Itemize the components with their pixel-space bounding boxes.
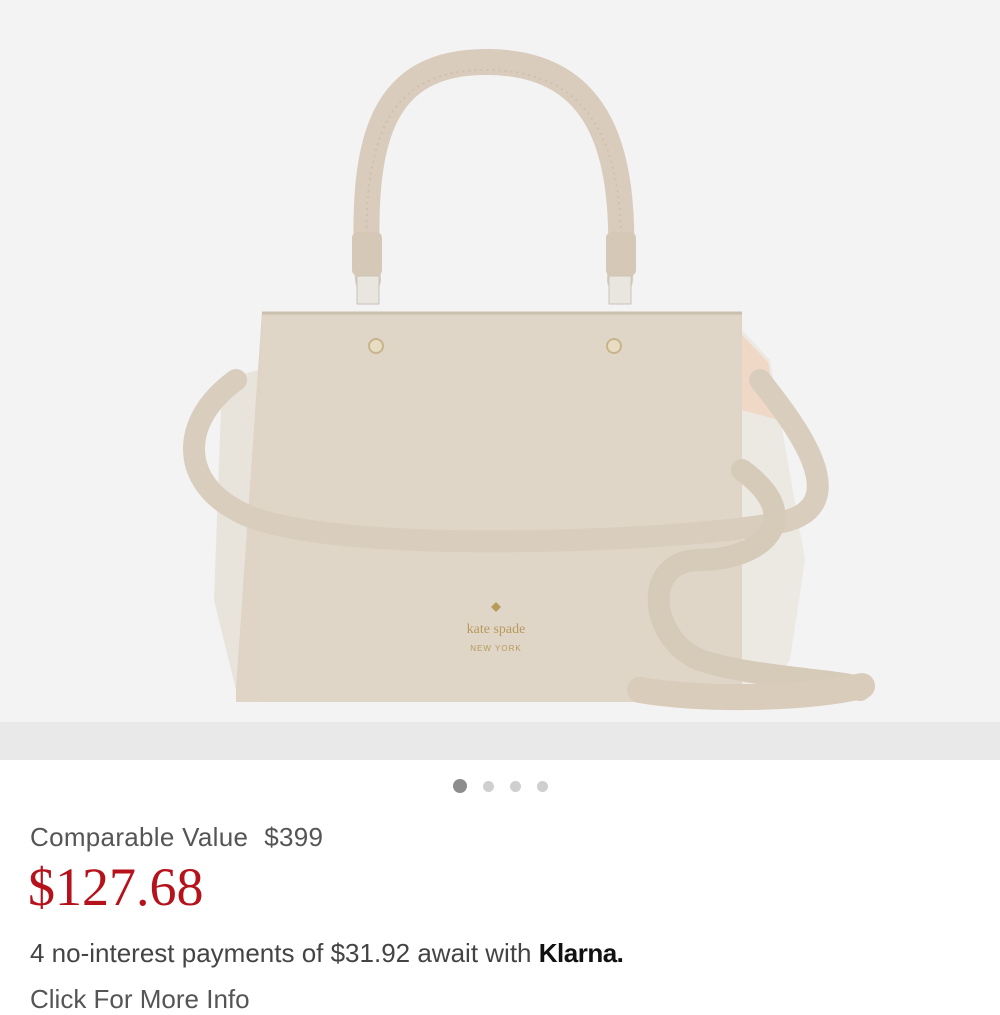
brand-logo-subtext: NEW YORK (470, 644, 521, 653)
carousel-dot-3[interactable] (509, 780, 521, 792)
carousel-dot-2[interactable] (482, 780, 494, 792)
payment-plan: 4 no-interest payments of $31.92 await w… (30, 938, 624, 969)
handbag-image: kate spade NEW YORK (183, 48, 875, 711)
comparable-value: Comparable Value $399 (30, 822, 323, 853)
image-bottom-strip (0, 722, 1000, 760)
comparable-price: $399 (264, 822, 324, 852)
payment-plan-text: 4 no-interest payments of $31.92 await w… (30, 938, 532, 968)
brand-logo-text: kate spade (467, 622, 526, 637)
carousel-dot-4[interactable] (536, 780, 548, 792)
carousel-dot-1[interactable] (452, 779, 467, 793)
carousel-dots (0, 779, 1000, 793)
sale-price: $127.68 (28, 857, 204, 917)
comparable-label: Comparable Value (30, 822, 249, 852)
product-image[interactable]: kate spade NEW YORK (0, 0, 1000, 760)
klarna-logo[interactable]: Klarna. (539, 938, 624, 968)
